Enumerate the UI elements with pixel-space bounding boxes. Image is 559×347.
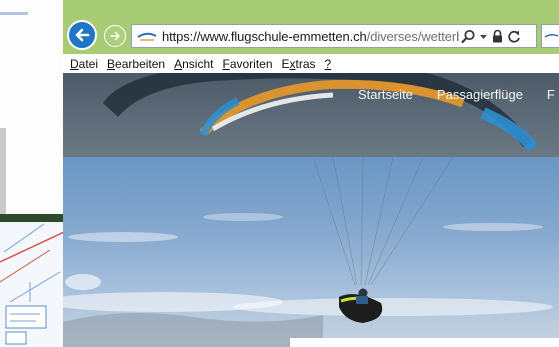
content-panel-edge [290, 338, 559, 347]
tab-favicon-icon [544, 33, 559, 38]
arrow-right-icon [110, 31, 120, 41]
address-bar[interactable]: https://www.flugschule-emmetten.ch/diver… [131, 24, 537, 48]
menu-bar: Datei Bearbeiten Ansicht Favoriten Extra… [63, 54, 559, 74]
site-nav: Startseite Passagierflüge F [358, 87, 555, 102]
site-favicon-icon [137, 30, 157, 42]
browser-window: https://www.flugschule-emmetten.ch/diver… [63, 0, 559, 347]
paraglider-wing-image [103, 73, 538, 152]
nav-passagierfluege[interactable]: Passagierflüge [437, 87, 523, 102]
menu-ansicht[interactable]: Ansicht [174, 57, 213, 71]
forward-button[interactable] [104, 25, 126, 47]
menu-favoriten[interactable]: Favoriten [222, 57, 272, 71]
url-path: /diverses/wetterbrie [366, 28, 459, 44]
browser-toolbar: https://www.flugschule-emmetten.ch/diver… [63, 0, 559, 54]
nav-startseite[interactable]: Startseite [358, 87, 413, 102]
menu-extras[interactable]: Extras [282, 57, 316, 71]
refresh-icon[interactable] [507, 29, 521, 44]
paraglider-photo [63, 157, 553, 347]
dropdown-arrow-icon[interactable] [479, 29, 488, 44]
new-tab-stub[interactable] [541, 24, 559, 48]
menu-bearbeiten[interactable]: Bearbeiten [107, 57, 165, 71]
background-line [0, 12, 28, 15]
arrow-left-icon [75, 28, 90, 42]
search-icon[interactable] [461, 29, 476, 44]
background-block [0, 128, 6, 218]
menu-datei[interactable]: Datei [70, 57, 98, 71]
menu-help[interactable]: ? [325, 57, 332, 71]
site-header-hero: Startseite Passagierflüge F [63, 73, 559, 157]
url-host: https://www.flugschule-emmetten.ch [162, 28, 367, 44]
hero-photo [63, 157, 559, 347]
background-window [0, 0, 64, 347]
back-button[interactable] [67, 20, 97, 50]
url-text[interactable]: https://www.flugschule-emmetten.ch/diver… [162, 29, 459, 44]
background-diagram [0, 222, 64, 347]
diagram-graphic [0, 223, 64, 345]
background-green-bar [0, 214, 64, 222]
nav-next-item[interactable]: F [547, 87, 555, 102]
lock-icon[interactable] [491, 29, 504, 44]
